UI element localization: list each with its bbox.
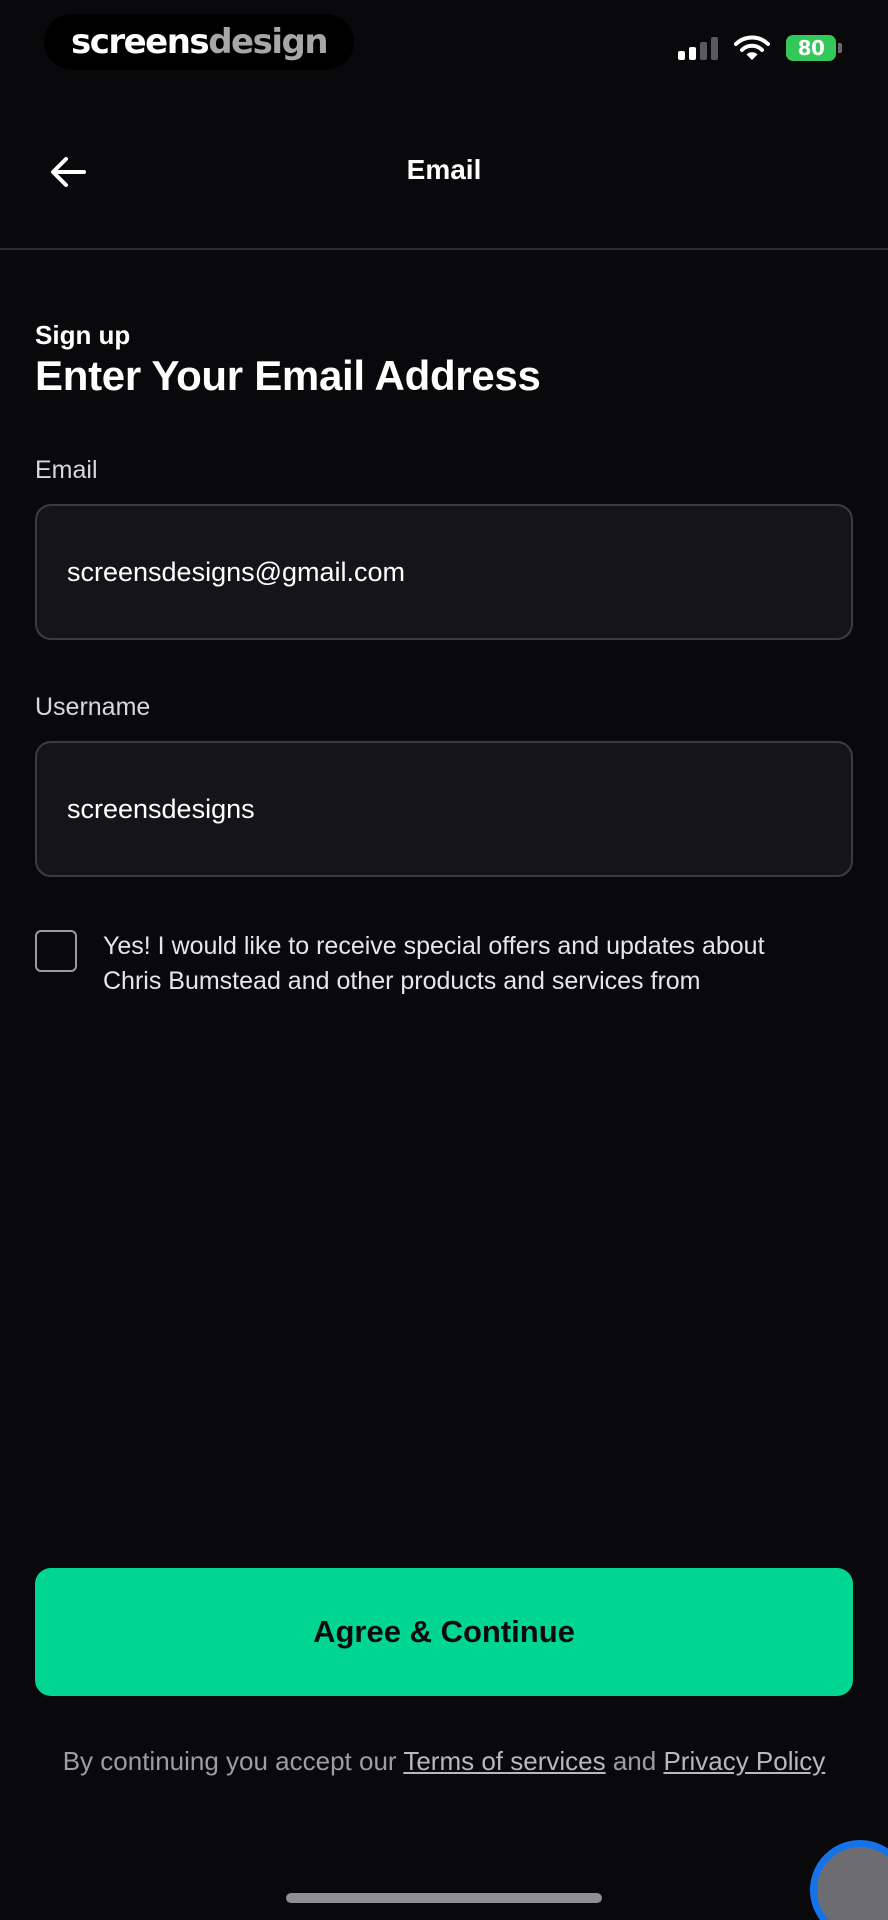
- brand-secondary: design: [208, 22, 328, 62]
- username-label: Username: [35, 693, 151, 721]
- consent-checkbox[interactable]: [35, 930, 77, 972]
- battery-level: 80: [786, 35, 836, 61]
- legal-prefix: By continuing you accept our: [62, 1746, 397, 1776]
- nav-title: Email: [406, 154, 482, 185]
- status-icons: 80: [678, 30, 842, 66]
- email-input[interactable]: [67, 556, 821, 588]
- page-title: Enter Your Email Address: [35, 352, 541, 399]
- legal-joiner: and: [612, 1746, 657, 1776]
- battery-icon: 80: [786, 35, 842, 61]
- terms-link[interactable]: Terms of services: [403, 1746, 605, 1776]
- assistive-touch-button[interactable]: [810, 1840, 888, 1920]
- cellular-signal-icon: [678, 36, 718, 60]
- privacy-link[interactable]: Privacy Policy: [663, 1746, 825, 1776]
- consent-text: Yes! I would like to receive special off…: [103, 932, 765, 995]
- email-label: Email: [35, 456, 98, 484]
- username-input[interactable]: [67, 793, 821, 825]
- legal-notice: By continuing you accept our Terms of se…: [0, 1746, 888, 1777]
- home-indicator[interactable]: [286, 1893, 602, 1903]
- navigation-bar: Email: [0, 120, 888, 226]
- header-divider: [0, 248, 888, 250]
- agree-continue-button[interactable]: Agree & Continue: [35, 1568, 853, 1696]
- username-field-container: [35, 741, 853, 877]
- brand-logo: screens design: [44, 14, 354, 70]
- brand-primary: screens: [70, 22, 210, 62]
- signup-email-screen: screens design 80 Email Sign up Enter You: [0, 0, 888, 1920]
- section-eyebrow: Sign up: [35, 320, 131, 350]
- email-field-container: [35, 504, 853, 640]
- wifi-icon: [734, 35, 770, 60]
